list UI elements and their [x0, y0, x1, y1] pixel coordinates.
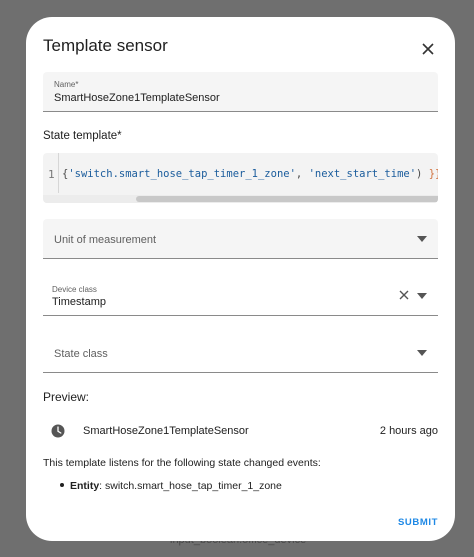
entity-value: : switch.smart_hose_tap_timer_1_zone [99, 480, 282, 492]
code-separator: , [295, 168, 309, 180]
code-close-brace: }} [428, 168, 438, 180]
chevron-down-icon[interactable] [415, 347, 429, 359]
bullet [60, 483, 64, 488]
unit-of-measurement-select[interactable]: Unit of measurement [43, 219, 438, 259]
clock-icon [51, 424, 65, 438]
preview-entity-name: SmartHoseZone1TemplateSensor [83, 425, 249, 437]
preview-label: Preview: [43, 390, 90, 404]
code-entity-string: 'switch.smart_hose_tap_timer_1_zone' [68, 168, 296, 180]
code-attribute-string: 'next_start_time' [308, 168, 417, 180]
device-class-value: Timestamp [52, 296, 106, 308]
state-template-label: State template* [43, 130, 122, 142]
state-class-select[interactable]: State class [43, 333, 438, 373]
horizontal-scrollbar[interactable] [43, 195, 438, 203]
code-line: {'switch.smart_hose_tap_timer_1_zone', '… [62, 168, 438, 180]
preview-entity-state: 2 hours ago [379, 425, 438, 437]
close-button[interactable] [415, 36, 441, 62]
chevron-down-icon[interactable] [415, 290, 429, 302]
name-field-label: Name* [54, 80, 79, 89]
chevron-down-icon[interactable] [415, 233, 429, 245]
gutter-divider [58, 153, 59, 193]
name-field-value: SmartHoseZone1TemplateSensor [54, 92, 220, 104]
listened-entity-item: Entity: switch.smart_hose_tap_timer_1_zo… [43, 480, 282, 492]
code-paren: ) [416, 168, 423, 180]
template-sensor-dialog: Template sensor Name* SmartHoseZone1Temp… [26, 17, 455, 541]
dialog-title: Template sensor [43, 36, 168, 55]
entity-key: Entity [70, 480, 100, 492]
state-template-editor[interactable]: 1 {'switch.smart_hose_tap_timer_1_zone',… [43, 153, 438, 203]
device-class-label: Device class [52, 285, 97, 294]
line-number: 1 [48, 168, 55, 181]
submit-button[interactable]: SUBMIT [398, 517, 438, 528]
name-field[interactable]: Name* SmartHoseZone1TemplateSensor [43, 72, 438, 112]
close-icon [422, 43, 434, 55]
state-class-placeholder: State class [54, 348, 108, 360]
listen-description: This template listens for the following … [43, 457, 321, 469]
preview-entity-row: SmartHoseZone1TemplateSensor 2 hours ago [43, 421, 438, 445]
device-class-select[interactable]: Device class Timestamp [43, 276, 438, 316]
scrollbar-thumb[interactable] [136, 196, 438, 202]
clear-icon[interactable] [397, 288, 411, 302]
unit-select-placeholder: Unit of measurement [54, 234, 157, 246]
